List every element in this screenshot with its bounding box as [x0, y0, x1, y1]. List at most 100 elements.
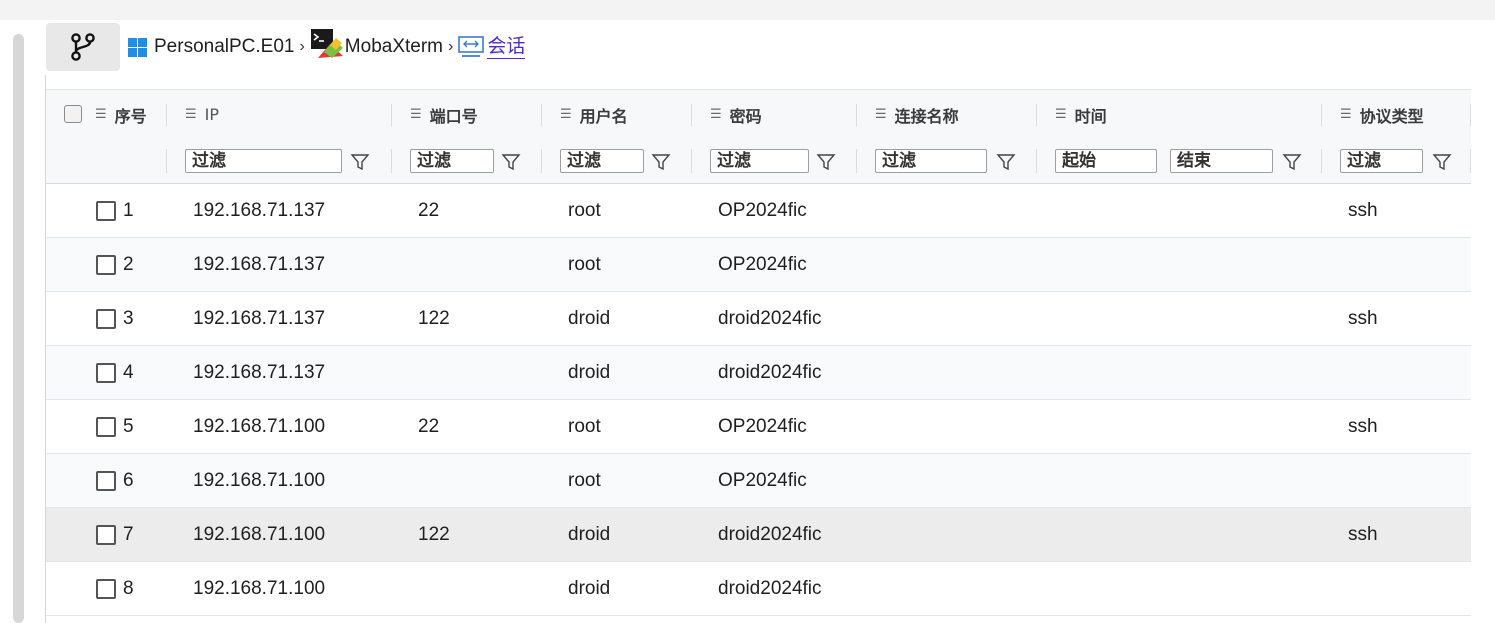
- row-checkbox[interactable]: [96, 308, 116, 329]
- column-menu-icon[interactable]: ☰: [410, 107, 422, 122]
- select-all-checkbox[interactable]: [64, 105, 82, 123]
- breadcrumb-item-host[interactable]: PersonalPC.E01: [128, 36, 294, 58]
- row-seq: 7: [123, 523, 134, 545]
- breadcrumb-mobaxterm-label: MobaXterm: [344, 36, 443, 57]
- column-header-label: 序号: [114, 106, 147, 126]
- column-menu-icon[interactable]: ☰: [185, 107, 197, 122]
- column-divider[interactable]: [1321, 104, 1322, 126]
- filter-icon[interactable]: [996, 152, 1016, 172]
- column-header-label: 密码: [729, 106, 762, 126]
- filter-input-user[interactable]: 过滤: [560, 149, 644, 173]
- filter-icon[interactable]: [816, 152, 836, 172]
- column-menu-icon[interactable]: ☰: [560, 107, 572, 122]
- column-menu-icon[interactable]: ☰: [1055, 107, 1067, 122]
- filter-icon[interactable]: [501, 152, 521, 172]
- breadcrumb-separator: ›: [448, 38, 454, 55]
- row-ip: 192.168.71.100: [193, 577, 326, 599]
- row-checkbox[interactable]: [96, 524, 116, 545]
- row-password: OP2024fic: [718, 199, 807, 221]
- row-seq-cell: 5: [96, 400, 134, 453]
- branch-button[interactable]: [46, 23, 120, 71]
- column-divider[interactable]: [691, 104, 692, 126]
- column-divider[interactable]: [541, 104, 542, 126]
- column-header-password[interactable]: ☰ 密码: [710, 90, 762, 139]
- row-user: root: [568, 253, 601, 275]
- row-protocol: ssh: [1348, 199, 1378, 221]
- mobaxterm-icon: [310, 29, 343, 58]
- table-row[interactable]: 1 192.168.71.137 22 root OP2024fic ssh: [46, 184, 1471, 238]
- row-checkbox[interactable]: [96, 416, 116, 437]
- column-divider[interactable]: [391, 104, 392, 126]
- row-port: 22: [418, 415, 440, 437]
- column-header-label: 连接名称: [894, 106, 959, 126]
- breadcrumb-separator: ›: [299, 38, 305, 55]
- table-row[interactable]: 3 192.168.71.137 122 droid droid2024fic …: [46, 292, 1471, 346]
- table-row[interactable]: 8 192.168.71.100 droid droid2024fic: [46, 562, 1471, 616]
- breadcrumb-item-mobaxterm[interactable]: MobaXterm: [310, 29, 443, 63]
- filter-input-time-start[interactable]: 起始: [1055, 149, 1157, 173]
- row-ip: 192.168.71.137: [193, 307, 326, 329]
- filter-input-time-end[interactable]: 结束: [1170, 149, 1273, 173]
- column-header-protocol[interactable]: ☰ 协议类型: [1340, 90, 1424, 139]
- row-user: droid: [568, 307, 611, 329]
- row-checkbox[interactable]: [96, 362, 116, 383]
- column-menu-icon[interactable]: ☰: [95, 107, 107, 122]
- row-checkbox[interactable]: [96, 470, 116, 491]
- column-header-ip[interactable]: ☰ IP: [185, 90, 219, 139]
- row-port: 22: [418, 199, 440, 221]
- row-seq: 3: [123, 307, 134, 329]
- column-divider[interactable]: [166, 104, 167, 126]
- sessions-grid: ☰ 序号 ☰ IP ☰ 端口号 ☰ 用户名 ☰ 密码 ☰ 连接名称 ☰ 时间 ☰…: [45, 75, 1495, 623]
- left-scrollbar[interactable]: [13, 34, 24, 623]
- row-ip: 192.168.71.137: [193, 361, 326, 383]
- row-user: droid: [568, 523, 611, 545]
- column-header-label: 时间: [1074, 106, 1107, 126]
- table-row[interactable]: 2 192.168.71.137 root OP2024fic: [46, 238, 1471, 292]
- row-password: OP2024fic: [718, 415, 807, 437]
- column-header-conn-name[interactable]: ☰ 连接名称: [875, 90, 959, 139]
- filter-input-conn-name[interactable]: 过滤: [875, 149, 987, 173]
- filter-input-protocol[interactable]: 过滤: [1340, 149, 1423, 173]
- column-header-port[interactable]: ☰ 端口号: [410, 90, 478, 139]
- filter-icon[interactable]: [350, 152, 370, 172]
- row-password: OP2024fic: [718, 469, 807, 491]
- column-divider[interactable]: [1470, 104, 1471, 126]
- row-password: OP2024fic: [718, 253, 807, 275]
- row-checkbox[interactable]: [96, 254, 116, 275]
- filter-icon[interactable]: [1282, 152, 1302, 172]
- breadcrumb-item-session[interactable]: 会话: [458, 35, 526, 59]
- filter-input-port[interactable]: 过滤: [410, 149, 494, 173]
- row-seq: 1: [123, 199, 134, 221]
- column-header-time[interactable]: ☰ 时间: [1055, 90, 1107, 139]
- column-divider: [166, 149, 167, 173]
- filter-input-ip[interactable]: 过滤: [185, 149, 342, 173]
- breadcrumb: PersonalPC.E01 › MobaXterm › 会话: [128, 29, 526, 64]
- column-header-seq[interactable]: ☰ 序号: [95, 90, 147, 139]
- filter-input-password[interactable]: 过滤: [710, 149, 809, 173]
- row-password: droid2024fic: [718, 577, 822, 599]
- row-seq: 2: [123, 253, 134, 275]
- breadcrumb-session-label: 会话: [487, 35, 526, 59]
- table-row[interactable]: 5 192.168.71.100 22 root OP2024fic ssh: [46, 400, 1471, 454]
- column-divider: [1321, 149, 1322, 173]
- filter-row: 过滤 过滤 过滤 过滤 过滤 起始 结束 过滤: [46, 139, 1471, 184]
- grid-header: ☰ 序号 ☰ IP ☰ 端口号 ☰ 用户名 ☰ 密码 ☰ 连接名称 ☰ 时间 ☰…: [46, 89, 1471, 139]
- column-menu-icon[interactable]: ☰: [710, 107, 722, 122]
- column-divider[interactable]: [1036, 104, 1037, 126]
- column-divider[interactable]: [856, 104, 857, 126]
- table-row[interactable]: 4 192.168.71.137 droid droid2024fic: [46, 346, 1471, 400]
- table-row-selected[interactable]: 7 192.168.71.100 122 droid droid2024fic …: [46, 508, 1471, 562]
- row-checkbox[interactable]: [96, 578, 116, 599]
- column-menu-icon[interactable]: ☰: [1340, 107, 1352, 122]
- row-user: droid: [568, 361, 611, 383]
- column-divider: [391, 149, 392, 173]
- filter-icon[interactable]: [651, 152, 671, 172]
- table-row[interactable]: 6 192.168.71.100 root OP2024fic: [46, 454, 1471, 508]
- row-checkbox[interactable]: [96, 200, 116, 221]
- row-user: root: [568, 469, 601, 491]
- row-password: droid2024fic: [718, 307, 822, 329]
- row-user: droid: [568, 577, 611, 599]
- column-header-user[interactable]: ☰ 用户名: [560, 90, 628, 139]
- column-menu-icon[interactable]: ☰: [875, 107, 887, 122]
- filter-icon[interactable]: [1432, 152, 1452, 172]
